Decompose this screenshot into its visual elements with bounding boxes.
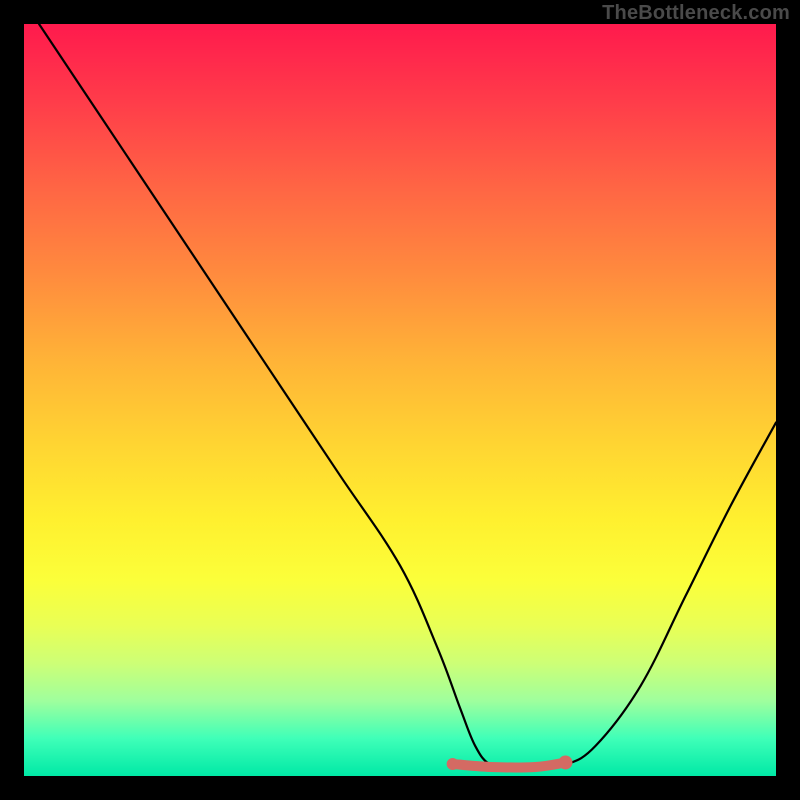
valley-start-dot [447, 758, 459, 770]
curve-line [39, 24, 776, 769]
chart-frame: TheBottleneck.com [0, 0, 800, 800]
valley-end-dot [558, 755, 572, 769]
valley-marker-line [453, 762, 566, 767]
watermark-text: TheBottleneck.com [602, 2, 790, 25]
chart-svg [24, 24, 776, 776]
chart-plot-area [24, 24, 776, 776]
